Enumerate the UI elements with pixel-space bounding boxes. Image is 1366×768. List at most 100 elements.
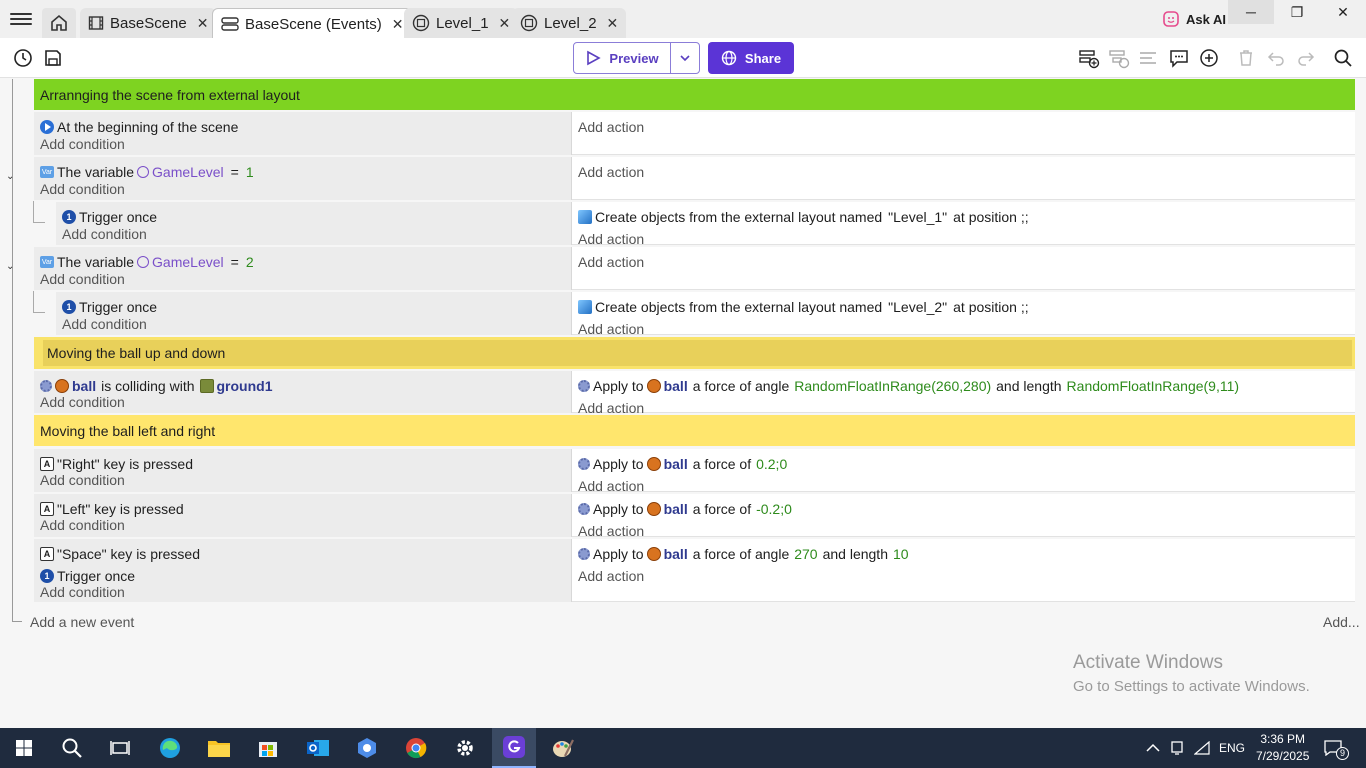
notifications-button[interactable]: 9 — [1324, 728, 1349, 768]
condition[interactable]: 1 Trigger once — [62, 206, 565, 228]
window-close-icon[interactable]: ✕ — [1320, 0, 1366, 24]
physics-behavior-icon — [578, 458, 590, 470]
add-action-link[interactable]: Add action — [578, 565, 1349, 587]
action[interactable]: Apply to ball a force of -0.2;0 — [578, 498, 1349, 520]
save-icon[interactable] — [42, 47, 64, 69]
device-icon[interactable] — [1170, 728, 1184, 768]
add-more-link[interactable]: Add... — [1323, 614, 1360, 630]
action[interactable]: Create objects from the external layout … — [578, 206, 1349, 228]
preview-button[interactable]: Preview — [573, 42, 671, 74]
condition[interactable]: Var The variable GameLevel = 2 — [40, 251, 565, 273]
add-event-icon[interactable] — [1078, 47, 1100, 69]
history-icon[interactable] — [12, 47, 34, 69]
action-text: at position ;; — [953, 299, 1029, 315]
external-layout-icon — [578, 210, 592, 224]
add-action-link[interactable]: Add action — [578, 161, 1349, 183]
add-condition-link[interactable]: Add condition — [40, 584, 125, 600]
close-icon[interactable]: ✕ — [607, 15, 619, 32]
minimize-icon[interactable]: ─ — [1228, 0, 1274, 24]
tab-basescene-events[interactable]: BaseScene (Events) ✕ — [212, 8, 413, 39]
hamburger-menu-icon[interactable] — [10, 10, 32, 28]
file-explorer-icon[interactable] — [199, 732, 239, 764]
ball-object-icon — [646, 547, 661, 561]
close-icon[interactable]: ✕ — [499, 15, 511, 32]
wifi-icon[interactable] — [1194, 728, 1210, 768]
trigger-once-icon: 1 — [62, 300, 76, 314]
group-header[interactable]: Moving the ball left and right — [34, 415, 1355, 446]
home-tab[interactable] — [42, 8, 76, 38]
chevron-down-icon[interactable]: ⌄ — [6, 261, 14, 272]
event-actions[interactable]: Apply to ball a force of 0.2;0 Add actio… — [572, 449, 1355, 494]
condition[interactable]: A "Space" key is pressed — [40, 543, 565, 565]
event-actions[interactable]: Add action — [572, 247, 1355, 290]
clock[interactable]: 3:36 PM 7/29/2025 — [1256, 731, 1309, 765]
delete-icon[interactable] — [1235, 47, 1257, 69]
add-condition-link[interactable]: Add condition — [62, 316, 147, 332]
search-icon[interactable] — [52, 732, 92, 764]
windows-start-icon[interactable] — [4, 732, 44, 764]
outlook-icon[interactable] — [298, 732, 338, 764]
condition-text: At the beginning of the scene — [57, 119, 239, 135]
tab-level-1[interactable]: Level_1 ✕ — [404, 8, 519, 38]
paint-icon[interactable] — [543, 732, 583, 764]
chrome-icon[interactable] — [396, 732, 436, 764]
group-header[interactable]: Moving the ball up and down — [34, 337, 1355, 369]
action-text: Apply to — [593, 501, 644, 517]
event-actions[interactable]: Create objects from the external layout … — [572, 202, 1355, 247]
tab-label: BaseScene (Events) — [245, 15, 382, 33]
event-actions[interactable]: Apply to ball a force of angle 270 and l… — [572, 539, 1355, 602]
event-actions[interactable]: Apply to ball a force of angle RandomFlo… — [572, 371, 1355, 416]
add-condition-link[interactable]: Add condition — [40, 517, 125, 533]
action-text: a force of — [692, 501, 752, 517]
hexagon-app-icon[interactable] — [347, 732, 387, 764]
condition-text: is colliding with — [101, 378, 195, 394]
gdevelop-icon[interactable] — [492, 728, 536, 768]
edge-browser-icon[interactable] — [150, 732, 190, 764]
add-circle-icon[interactable] — [1198, 47, 1220, 69]
action[interactable]: Apply to ball a force of angle RandomFlo… — [578, 375, 1349, 397]
event-actions[interactable]: Add action — [572, 157, 1355, 200]
condition[interactable]: 1 Trigger once — [62, 296, 565, 318]
event-actions[interactable]: Apply to ball a force of -0.2;0 Add acti… — [572, 494, 1355, 539]
add-new-event-link[interactable]: Add a new event — [30, 614, 134, 630]
chevron-down-icon[interactable]: ⌄ — [6, 171, 14, 182]
undo-icon[interactable] — [1265, 47, 1287, 69]
add-condition-link[interactable]: Add condition — [40, 136, 125, 152]
show-hidden-icons[interactable] — [1146, 728, 1160, 768]
condition[interactable]: At the beginning of the scene — [40, 116, 565, 138]
microsoft-store-icon[interactable] — [248, 732, 288, 764]
add-action-link[interactable]: Add action — [578, 116, 1349, 138]
value: 1 — [245, 164, 254, 180]
event-actions[interactable]: Add action — [572, 112, 1355, 155]
add-condition-link[interactable]: Add condition — [40, 394, 125, 410]
search-icon[interactable] — [1332, 47, 1354, 69]
ask-ai-button[interactable]: Ask AI — [1162, 10, 1226, 28]
close-icon[interactable]: ✕ — [392, 16, 404, 33]
tab-level-2[interactable]: Level_2 ✕ — [512, 8, 627, 38]
action[interactable]: Apply to ball a force of angle 270 and l… — [578, 543, 1349, 565]
add-group-icon[interactable] — [1138, 47, 1160, 69]
tab-basescene[interactable]: BaseScene ✕ — [80, 8, 217, 38]
restore-icon[interactable]: ❐ — [1274, 0, 1320, 24]
action[interactable]: Create objects from the external layout … — [578, 296, 1349, 318]
add-action-link[interactable]: Add action — [578, 251, 1349, 273]
redo-icon[interactable] — [1295, 47, 1317, 69]
group-title: Moving the ball up and down — [47, 345, 226, 361]
add-condition-link[interactable]: Add condition — [40, 181, 125, 197]
add-condition-link[interactable]: Add condition — [40, 271, 125, 287]
comment-icon[interactable] — [1168, 47, 1190, 69]
share-button[interactable]: Share — [708, 42, 794, 74]
variable-icon: Var — [40, 166, 54, 178]
add-subevent-icon[interactable] — [1108, 47, 1130, 69]
event-actions[interactable]: Create objects from the external layout … — [572, 292, 1355, 337]
add-condition-link[interactable]: Add condition — [40, 472, 125, 488]
group-header[interactable]: Arrannging the scene from external layou… — [34, 79, 1355, 110]
add-condition-link[interactable]: Add condition — [62, 226, 147, 242]
condition[interactable]: Var The variable GameLevel = 1 — [40, 161, 565, 183]
language-indicator[interactable]: ENG — [1219, 728, 1245, 768]
settings-icon[interactable] — [445, 732, 485, 764]
action[interactable]: Apply to ball a force of 0.2;0 — [578, 453, 1349, 475]
close-icon[interactable]: ✕ — [197, 15, 209, 32]
preview-dropdown[interactable] — [670, 42, 700, 74]
task-view-icon[interactable] — [100, 732, 140, 764]
